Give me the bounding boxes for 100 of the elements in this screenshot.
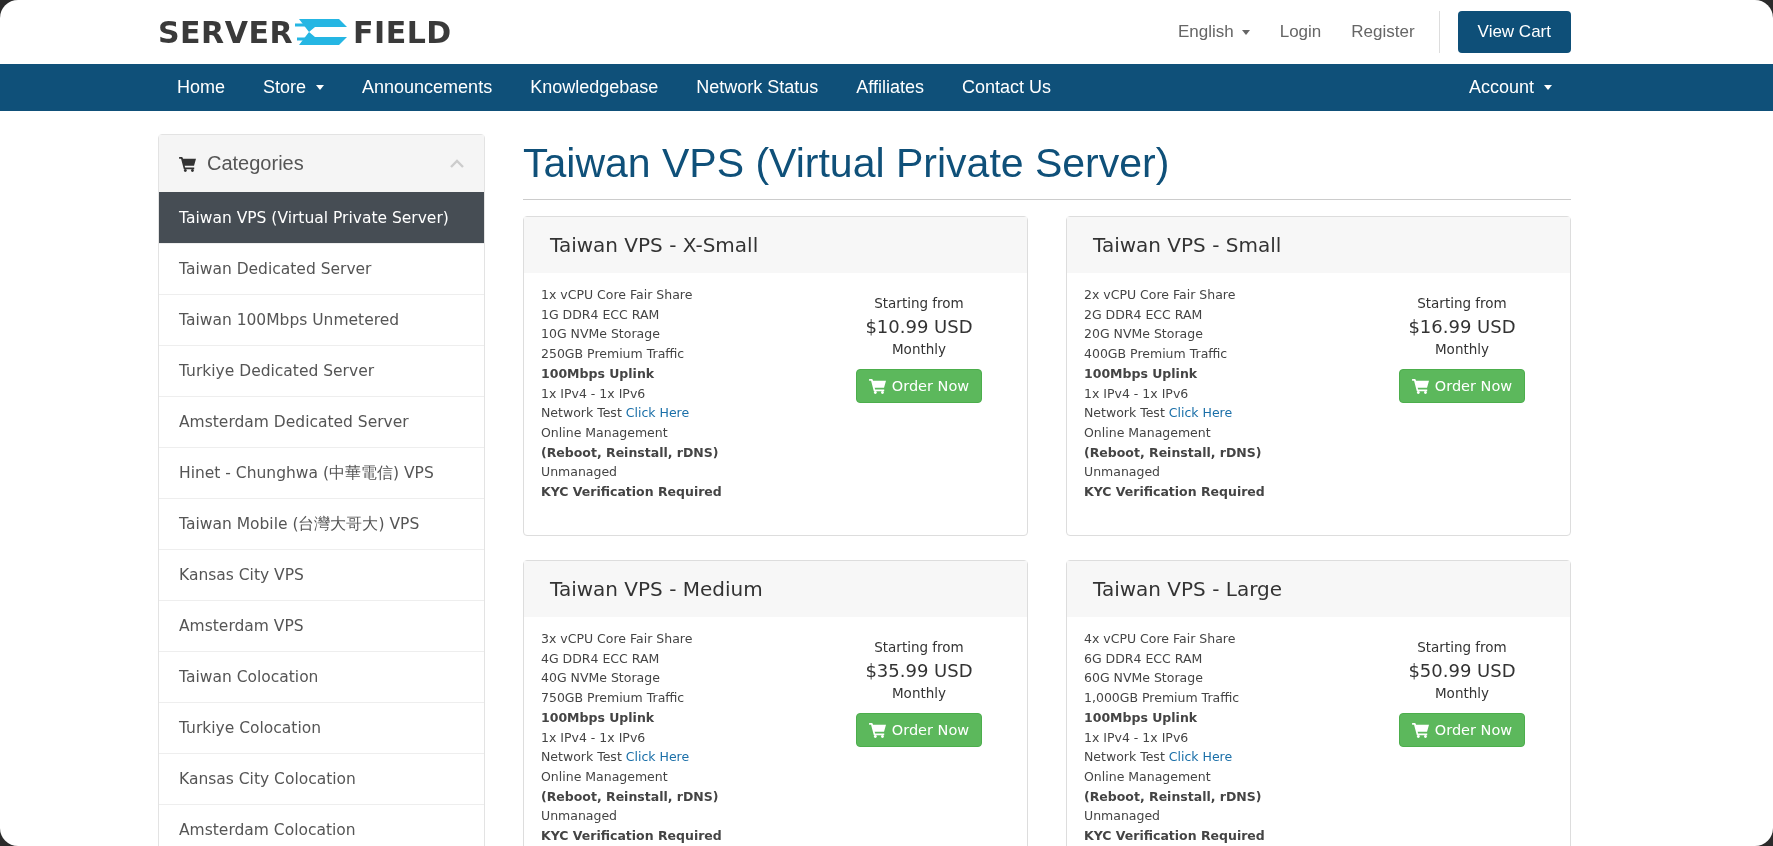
click-here-link[interactable]: Click Here: [625, 405, 690, 421]
register-link[interactable]: Register: [1351, 22, 1415, 42]
language-dropdown[interactable]: English: [1177, 22, 1250, 42]
feature-text: 4x vCPU Core Fair Share: [1084, 630, 1237, 648]
feature-text: (Reboot, Reinstall, rDNS): [541, 787, 720, 806]
category-item[interactable]: Turkiye Colocation: [159, 702, 484, 753]
feature-text: 100Mbps Uplink: [1084, 364, 1199, 383]
feature-text: Network Test Click Here: [541, 404, 691, 423]
feature-text: Online Management: [1084, 423, 1212, 442]
price-label: Starting from: [874, 295, 964, 311]
nav-link[interactable]: Knowledgebase: [511, 77, 678, 98]
account-menu[interactable]: Account: [1449, 77, 1571, 98]
price: $50.99 USD: [1408, 660, 1516, 681]
chevron-icon[interactable]: [450, 159, 464, 168]
click-here-link[interactable]: Click Here: [625, 749, 690, 765]
feature-text: KYC Verification Required: [1084, 483, 1266, 502]
feature-text: (Reboot, Reinstall, rDNS): [1084, 443, 1263, 462]
cart-icon: [1411, 378, 1430, 394]
category-item[interactable]: Taiwan Mobile (台灣大哥大) VPS: [159, 498, 484, 549]
feature-text: KYC Verification Required: [541, 827, 723, 846]
product-name: Taiwan VPS - Small: [1093, 233, 1282, 257]
logo-text: FIELD: [353, 14, 452, 50]
product-name: Taiwan VPS - X-Small: [550, 233, 759, 257]
feature-text: Unmanaged: [541, 807, 619, 826]
nav-link[interactable]: Store: [244, 77, 344, 98]
category-item[interactable]: Kansas City Colocation: [159, 753, 484, 804]
caret-icon: [1544, 85, 1552, 90]
feature-text: Online Management: [541, 423, 669, 442]
feature-text: Online Management: [541, 767, 669, 786]
feature-text: Unmanaged: [1084, 807, 1162, 826]
feature-text: 100Mbps Uplink: [541, 708, 656, 727]
feature-text: 1x IPv4 - 1x IPv6: [541, 728, 647, 747]
feature-text: 400GB Premium Traffic: [1084, 345, 1229, 364]
logo-text: SERVER: [158, 14, 293, 50]
billing-cycle: Monthly: [1434, 341, 1490, 357]
feature-text: Network Test Click Here: [541, 748, 691, 767]
feature-text: Unmanaged: [541, 463, 619, 482]
feature-text: 250GB Premium Traffic: [541, 345, 686, 364]
category-item[interactable]: Hinet - Chunghwa (中華電信) VPS: [159, 447, 484, 498]
feature-text: 1x IPv4 - 1x IPv6: [541, 384, 647, 403]
category-item[interactable]: Amsterdam VPS: [159, 600, 484, 651]
feature-text: Unmanaged: [1084, 463, 1162, 482]
feature-text: 100Mbps Uplink: [1084, 708, 1199, 727]
feature-text: 2x vCPU Core Fair Share: [1084, 286, 1237, 304]
feature-text: 10G NVMe Storage: [541, 325, 661, 344]
nav-link[interactable]: Home: [158, 77, 244, 98]
feature-text: 3x vCPU Core Fair Share: [541, 630, 694, 648]
feature-text: 1G DDR4 ECC RAM: [541, 305, 661, 324]
nav-link[interactable]: Contact Us: [943, 77, 1071, 98]
price-label: Starting from: [874, 639, 964, 655]
price: $16.99 USD: [1408, 316, 1516, 337]
category-item[interactable]: Kansas City VPS: [159, 549, 484, 600]
category-item[interactable]: Turkiye Dedicated Server: [159, 345, 484, 396]
price-label: Starting from: [1417, 639, 1507, 655]
feature-text: 20G NVMe Storage: [1084, 325, 1204, 344]
category-item[interactable]: Amsterdam Colocation: [159, 804, 484, 846]
view-cart-button[interactable]: View Cart: [1457, 11, 1571, 53]
price: $35.99 USD: [865, 660, 973, 681]
billing-cycle: Monthly: [891, 685, 947, 701]
cart-icon: [868, 722, 887, 738]
feature-text: Network Test Click Here: [1084, 404, 1234, 423]
caret-icon: [1241, 29, 1250, 35]
category-item[interactable]: Amsterdam Dedicated Server: [159, 396, 484, 447]
nav-link[interactable]: Announcements: [343, 77, 512, 98]
product-name: Taiwan VPS - Medium: [550, 577, 763, 601]
feature-text: (Reboot, Reinstall, rDNS): [1084, 787, 1263, 806]
category-item[interactable]: Taiwan Dedicated Server: [159, 243, 484, 294]
category-item[interactable]: Taiwan VPS (Virtual Private Server): [159, 192, 484, 243]
category-item[interactable]: Taiwan 100Mbps Unmetered: [159, 294, 484, 345]
feature-text: KYC Verification Required: [1084, 827, 1266, 846]
feature-text: 4G DDR4 ECC RAM: [541, 649, 661, 668]
feature-text: 750GB Premium Traffic: [541, 689, 686, 708]
feature-text: (Reboot, Reinstall, rDNS): [541, 443, 720, 462]
feature-text: Online Management: [1084, 767, 1212, 786]
feature-text: 40G NVMe Storage: [541, 669, 661, 688]
caret-icon: [316, 85, 325, 90]
price: $10.99 USD: [865, 316, 973, 337]
click-here-link[interactable]: Click Here: [1168, 749, 1233, 765]
feature-text: 100Mbps Uplink: [541, 364, 656, 383]
feature-text: 2G DDR4 ECC RAM: [1084, 305, 1204, 324]
billing-cycle: Monthly: [891, 341, 947, 357]
cart-icon: [1411, 722, 1430, 738]
login-link[interactable]: Login: [1279, 22, 1322, 42]
feature-text: 1x IPv4 - 1x IPv6: [1084, 384, 1190, 403]
panel-title: Categories: [207, 152, 304, 175]
cart-icon: [868, 378, 887, 394]
nav-link[interactable]: Affiliates: [837, 77, 943, 98]
category-item[interactable]: Taiwan Colocation: [159, 651, 484, 702]
cart-icon: [179, 155, 197, 172]
product-name: Taiwan VPS - Large: [1093, 577, 1282, 601]
click-here-link[interactable]: Click Here: [1168, 405, 1233, 421]
page-title: Taiwan VPS (Virtual Private Server): [523, 140, 1571, 200]
nav-link[interactable]: Network Status: [677, 77, 838, 98]
feature-text: 1x vCPU Core Fair Share: [541, 286, 694, 304]
feature-text: 1,000GB Premium Traffic: [1084, 689, 1241, 708]
billing-cycle: Monthly: [1434, 685, 1490, 701]
feature-text: KYC Verification Required: [541, 483, 723, 502]
feature-text: Network Test Click Here: [1084, 748, 1234, 767]
price-label: Starting from: [1417, 295, 1507, 311]
feature-text: 6G DDR4 ECC RAM: [1084, 649, 1204, 668]
